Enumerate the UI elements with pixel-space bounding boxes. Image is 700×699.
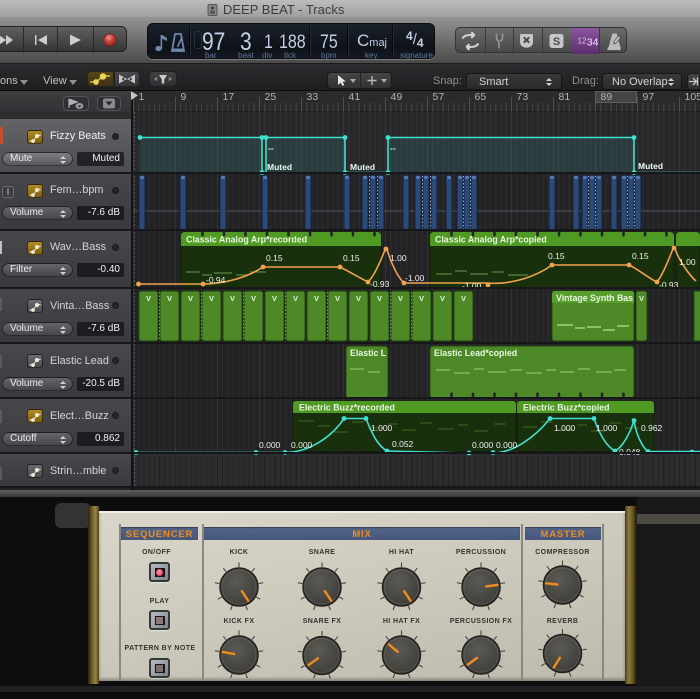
svg-text:Muted: Muted bbox=[638, 161, 663, 171]
svg-text:V: V bbox=[377, 294, 382, 303]
svg-text:0.15: 0.15 bbox=[548, 251, 565, 261]
svg-text:0.000: 0.000 bbox=[496, 440, 518, 450]
svg-text:1.000: 1.000 bbox=[371, 423, 393, 433]
svg-text:-1.00: -1.00 bbox=[405, 273, 425, 283]
svg-text:Classic Analog Arp*copied: Classic Analog Arp*copied bbox=[435, 235, 547, 245]
svg-text:Electric Buzz*recorded: Electric Buzz*recorded bbox=[299, 403, 395, 413]
svg-text:V: V bbox=[272, 294, 277, 303]
svg-text:Muted: Muted bbox=[267, 162, 292, 172]
svg-text:V: V bbox=[356, 294, 361, 303]
svg-text:V: V bbox=[314, 294, 319, 303]
svg-text:--: -- bbox=[390, 143, 396, 153]
svg-text:V: V bbox=[398, 294, 403, 303]
svg-text:0.15: 0.15 bbox=[343, 253, 360, 263]
svg-text:V: V bbox=[639, 294, 644, 303]
svg-text:V: V bbox=[188, 294, 193, 303]
svg-text:--: -- bbox=[268, 143, 274, 153]
svg-text:Elastic Lead*copied: Elastic Lead*copied bbox=[434, 348, 517, 358]
svg-text:V: V bbox=[209, 294, 214, 303]
svg-text:Elastic L: Elastic L bbox=[350, 348, 387, 358]
svg-text:V: V bbox=[440, 294, 445, 303]
svg-text:0.15: 0.15 bbox=[632, 251, 649, 261]
svg-text:V: V bbox=[167, 294, 172, 303]
svg-text:V: V bbox=[293, 294, 298, 303]
svg-text:1.000: 1.000 bbox=[596, 423, 618, 433]
svg-text:V: V bbox=[146, 294, 151, 303]
svg-text:V: V bbox=[251, 294, 256, 303]
svg-text:1.000: 1.000 bbox=[554, 423, 576, 433]
svg-text:34: 34 bbox=[587, 37, 599, 49]
svg-text:Vintage Synth Bas: Vintage Synth Bas bbox=[556, 293, 633, 303]
svg-text:Muted: Muted bbox=[350, 162, 375, 172]
svg-text:1.00: 1.00 bbox=[390, 253, 407, 263]
svg-text:Electric Buzz*copied: Electric Buzz*copied bbox=[523, 403, 610, 413]
svg-text:V: V bbox=[419, 294, 424, 303]
svg-text:0.052: 0.052 bbox=[392, 439, 414, 449]
svg-text:V: V bbox=[335, 294, 340, 303]
svg-text:Classic Analog Arp*recorded: Classic Analog Arp*recorded bbox=[186, 235, 307, 245]
svg-text:0.000: 0.000 bbox=[472, 440, 494, 450]
svg-text:-0.94: -0.94 bbox=[206, 275, 226, 285]
svg-text:0.15: 0.15 bbox=[266, 253, 283, 263]
svg-text:12: 12 bbox=[578, 37, 587, 46]
svg-text:V: V bbox=[230, 294, 235, 303]
svg-text:S: S bbox=[553, 36, 560, 48]
svg-text:V: V bbox=[461, 294, 466, 303]
svg-text:0.000: 0.000 bbox=[259, 440, 281, 450]
svg-text:0.000: 0.000 bbox=[291, 440, 313, 450]
svg-text:1.00: 1.00 bbox=[679, 257, 696, 267]
svg-text:0.962: 0.962 bbox=[641, 423, 663, 433]
svg-text:-1.00: -1.00 bbox=[462, 281, 482, 291]
